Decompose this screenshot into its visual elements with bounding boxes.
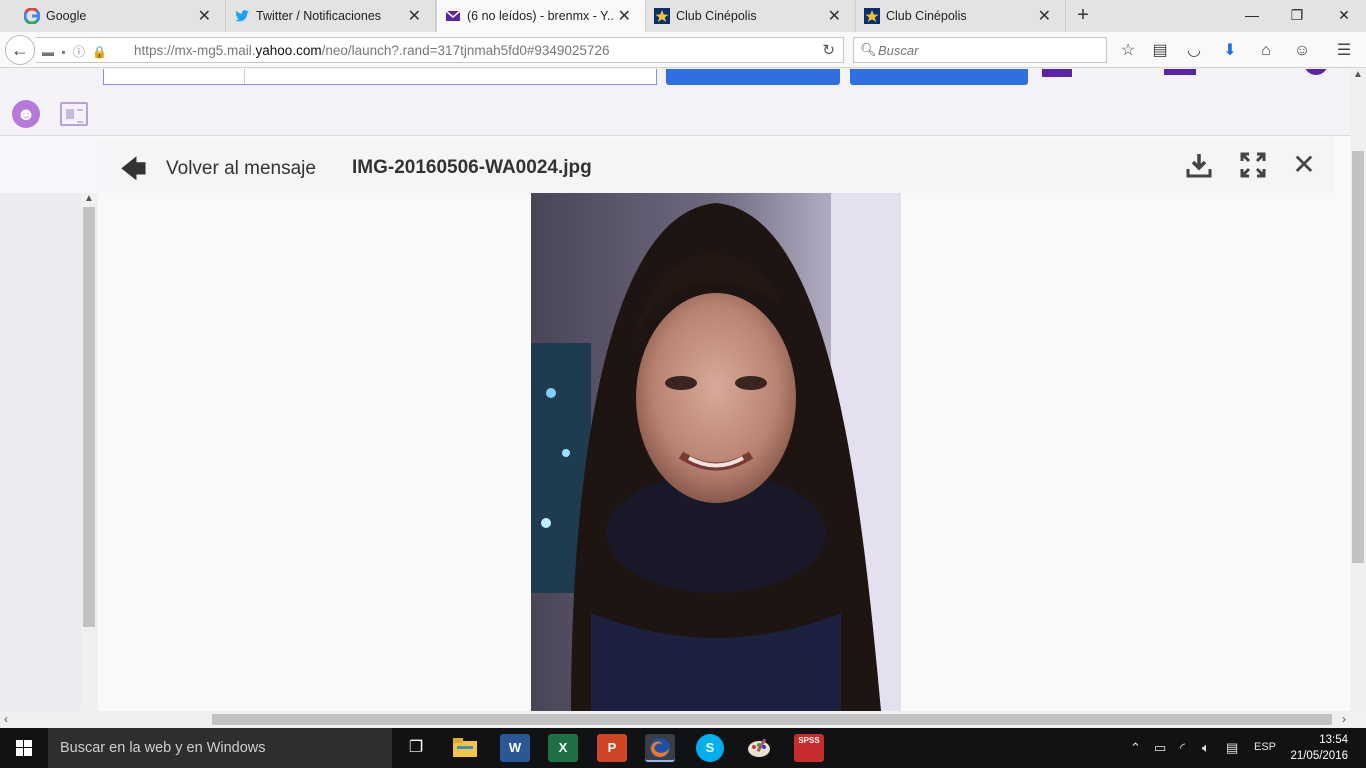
reading-list-icon[interactable]: ▤ [1150,41,1170,61]
clock-date: 21/05/2016 [1290,750,1348,762]
search-mail-button[interactable] [666,69,840,85]
close-tab-icon[interactable]: ✕ [618,6,631,26]
cinepolis-icon [654,8,670,24]
volume-icon[interactable]: 🔈︎ [1202,740,1210,756]
close-window-button[interactable]: ✕ [1332,4,1356,26]
emoji-icon[interactable]: ☻ [12,100,40,128]
google-icon [24,8,40,24]
wifi-icon[interactable]: ◜ [1180,740,1185,756]
tab-title: Club Cinépolis [886,9,967,23]
portrait-photo [531,193,901,711]
cinepolis-icon [864,8,880,24]
paint-icon[interactable] [744,734,774,762]
settings-icon[interactable] [1304,69,1328,75]
scrollbar-thumb[interactable] [83,207,95,627]
language-indicator[interactable]: ESP [1254,741,1276,753]
page-vertical-scrollbar[interactable]: ▲ [1350,69,1366,711]
tab-strip: Google ✕ Twitter / Notificaciones ✕ (6 n… [0,0,1366,33]
pocket-icon[interactable]: ◡ [1184,41,1204,61]
tab-title: Twitter / Notificaciones [256,9,382,23]
close-viewer-icon[interactable]: ✕ [1290,151,1318,179]
tab-twitter[interactable]: Twitter / Notificaciones ✕ [226,0,436,32]
taskbar-search[interactable]: Buscar en la web y en Windows [48,728,392,768]
scroll-up-icon[interactable]: ▲ [1353,69,1363,80]
mail-search-box[interactable] [103,69,657,85]
clock-time: 13:54 [1319,734,1348,746]
close-tab-icon[interactable]: ✕ [408,6,421,26]
downloads-icon[interactable]: ⬇ [1220,41,1240,61]
viewer-toolbar: 🡄 Volver al mensaje IMG-20160506-WA0024.… [98,137,1334,193]
tab-title: Club Cinépolis [676,9,757,23]
scroll-right-icon[interactable]: › [1342,712,1346,726]
firefox-icon[interactable] [645,734,675,762]
scroll-left-icon[interactable]: ‹ [4,712,8,726]
scrollbar-thumb[interactable] [212,714,1332,725]
excel-icon[interactable]: X [548,734,578,762]
fullscreen-icon[interactable] [1239,151,1267,179]
close-tab-icon[interactable]: ✕ [1038,6,1051,26]
menu-icon[interactable]: ☰ [1334,41,1354,61]
yahoo-mail-icon [445,10,461,21]
attachment-viewer: 🡄 Volver al mensaje IMG-20160506-WA0024.… [98,137,1334,711]
newsfeed-icon[interactable] [60,102,88,126]
address-bar[interactable]: ▬ ▪ ⓘ 🔒 https://mx-mg5.mail.yahoo.com/ne… [36,37,844,63]
home-icon[interactable]: ⌂ [1256,41,1276,61]
mail-header: ☻ [0,69,1350,136]
new-tab-button[interactable]: + [1072,4,1094,26]
browser-search-input[interactable] [878,41,1098,59]
page-info-icons[interactable]: ▬ ▪ ⓘ 🔒 [42,43,109,60]
arrow-left-icon: ← [11,40,29,60]
page-horizontal-scrollbar[interactable]: ‹ › [0,711,1350,728]
word-icon[interactable]: W [500,734,530,762]
download-icon[interactable] [1185,151,1213,179]
skype-icon[interactable]: S [696,734,724,762]
powerpoint-icon[interactable]: P [597,734,627,762]
task-view-icon[interactable]: ❐ [401,734,431,762]
close-tab-icon[interactable]: ✕ [828,6,841,26]
web-page: ☻ ▲ 🡄 Volver al mensaje IMG-20160506-WA0… [0,69,1350,711]
apps-icon[interactable] [1042,69,1072,77]
close-tab-icon[interactable]: ✕ [198,6,211,26]
tab-google[interactable]: Google ✕ [0,0,226,32]
back-to-message-link[interactable]: Volver al mensaje [166,158,316,180]
attachment-filename: IMG-20160506-WA0024.jpg [352,157,592,178]
twitter-icon [235,10,249,22]
tab-cinepolis-2[interactable]: Club Cinépolis ✕ [856,0,1066,32]
reload-icon[interactable]: ↻ [822,41,835,59]
navigation-toolbar: ▬ ▪ ⓘ 🔒 https://mx-mg5.mail.yahoo.com/ne… [0,32,1366,68]
start-button[interactable] [0,728,48,768]
scroll-up-icon[interactable]: ▲ [84,193,94,204]
scrollbar-thumb[interactable] [1352,151,1364,563]
windows-taskbar: Buscar en la web y en Windows ❐ W X P S … [0,728,1366,768]
tab-title: Google [46,9,87,23]
search-web-button[interactable] [850,69,1028,85]
action-center-icon[interactable]: ▤ [1226,740,1238,756]
arrow-left-icon[interactable]: 🡄 [120,151,147,195]
windows-logo-icon [16,740,32,756]
back-button[interactable]: ← [5,35,35,65]
file-explorer-icon[interactable] [450,734,480,762]
clock[interactable]: 13:54 21/05/2016 [1284,732,1348,764]
left-pane-scrollbar[interactable]: ▲ [81,193,98,711]
bookmark-star-icon[interactable]: ☆ [1118,41,1138,61]
tab-yahoo-mail[interactable]: (6 no leídos) - brenmx - Y... ✕ [436,0,646,33]
show-hidden-icons[interactable]: ⌃ [1130,740,1141,756]
left-pane: ▲ [0,137,98,711]
mail-icon[interactable] [1164,69,1196,75]
minimize-button[interactable]: — [1240,4,1264,26]
battery-icon[interactable]: ▭ [1154,740,1166,756]
url-domain: yahoo.com [255,43,322,58]
url-text[interactable]: https://mx-mg5.mail.yahoo.com/neo/launch… [134,43,609,58]
tab-title: (6 no leídos) - brenmx - Y... [467,9,615,23]
tab-cinepolis-1[interactable]: Club Cinépolis ✕ [646,0,856,32]
chat-icon[interactable]: ☺ [1292,41,1312,61]
browser-search-box[interactable]: 🔍︎ [853,37,1107,63]
search-icon: 🔍︎ [860,42,877,57]
attachment-image [531,193,901,711]
restore-button[interactable]: ❐ [1285,4,1309,26]
spss-icon[interactable]: SPSS [794,734,824,762]
